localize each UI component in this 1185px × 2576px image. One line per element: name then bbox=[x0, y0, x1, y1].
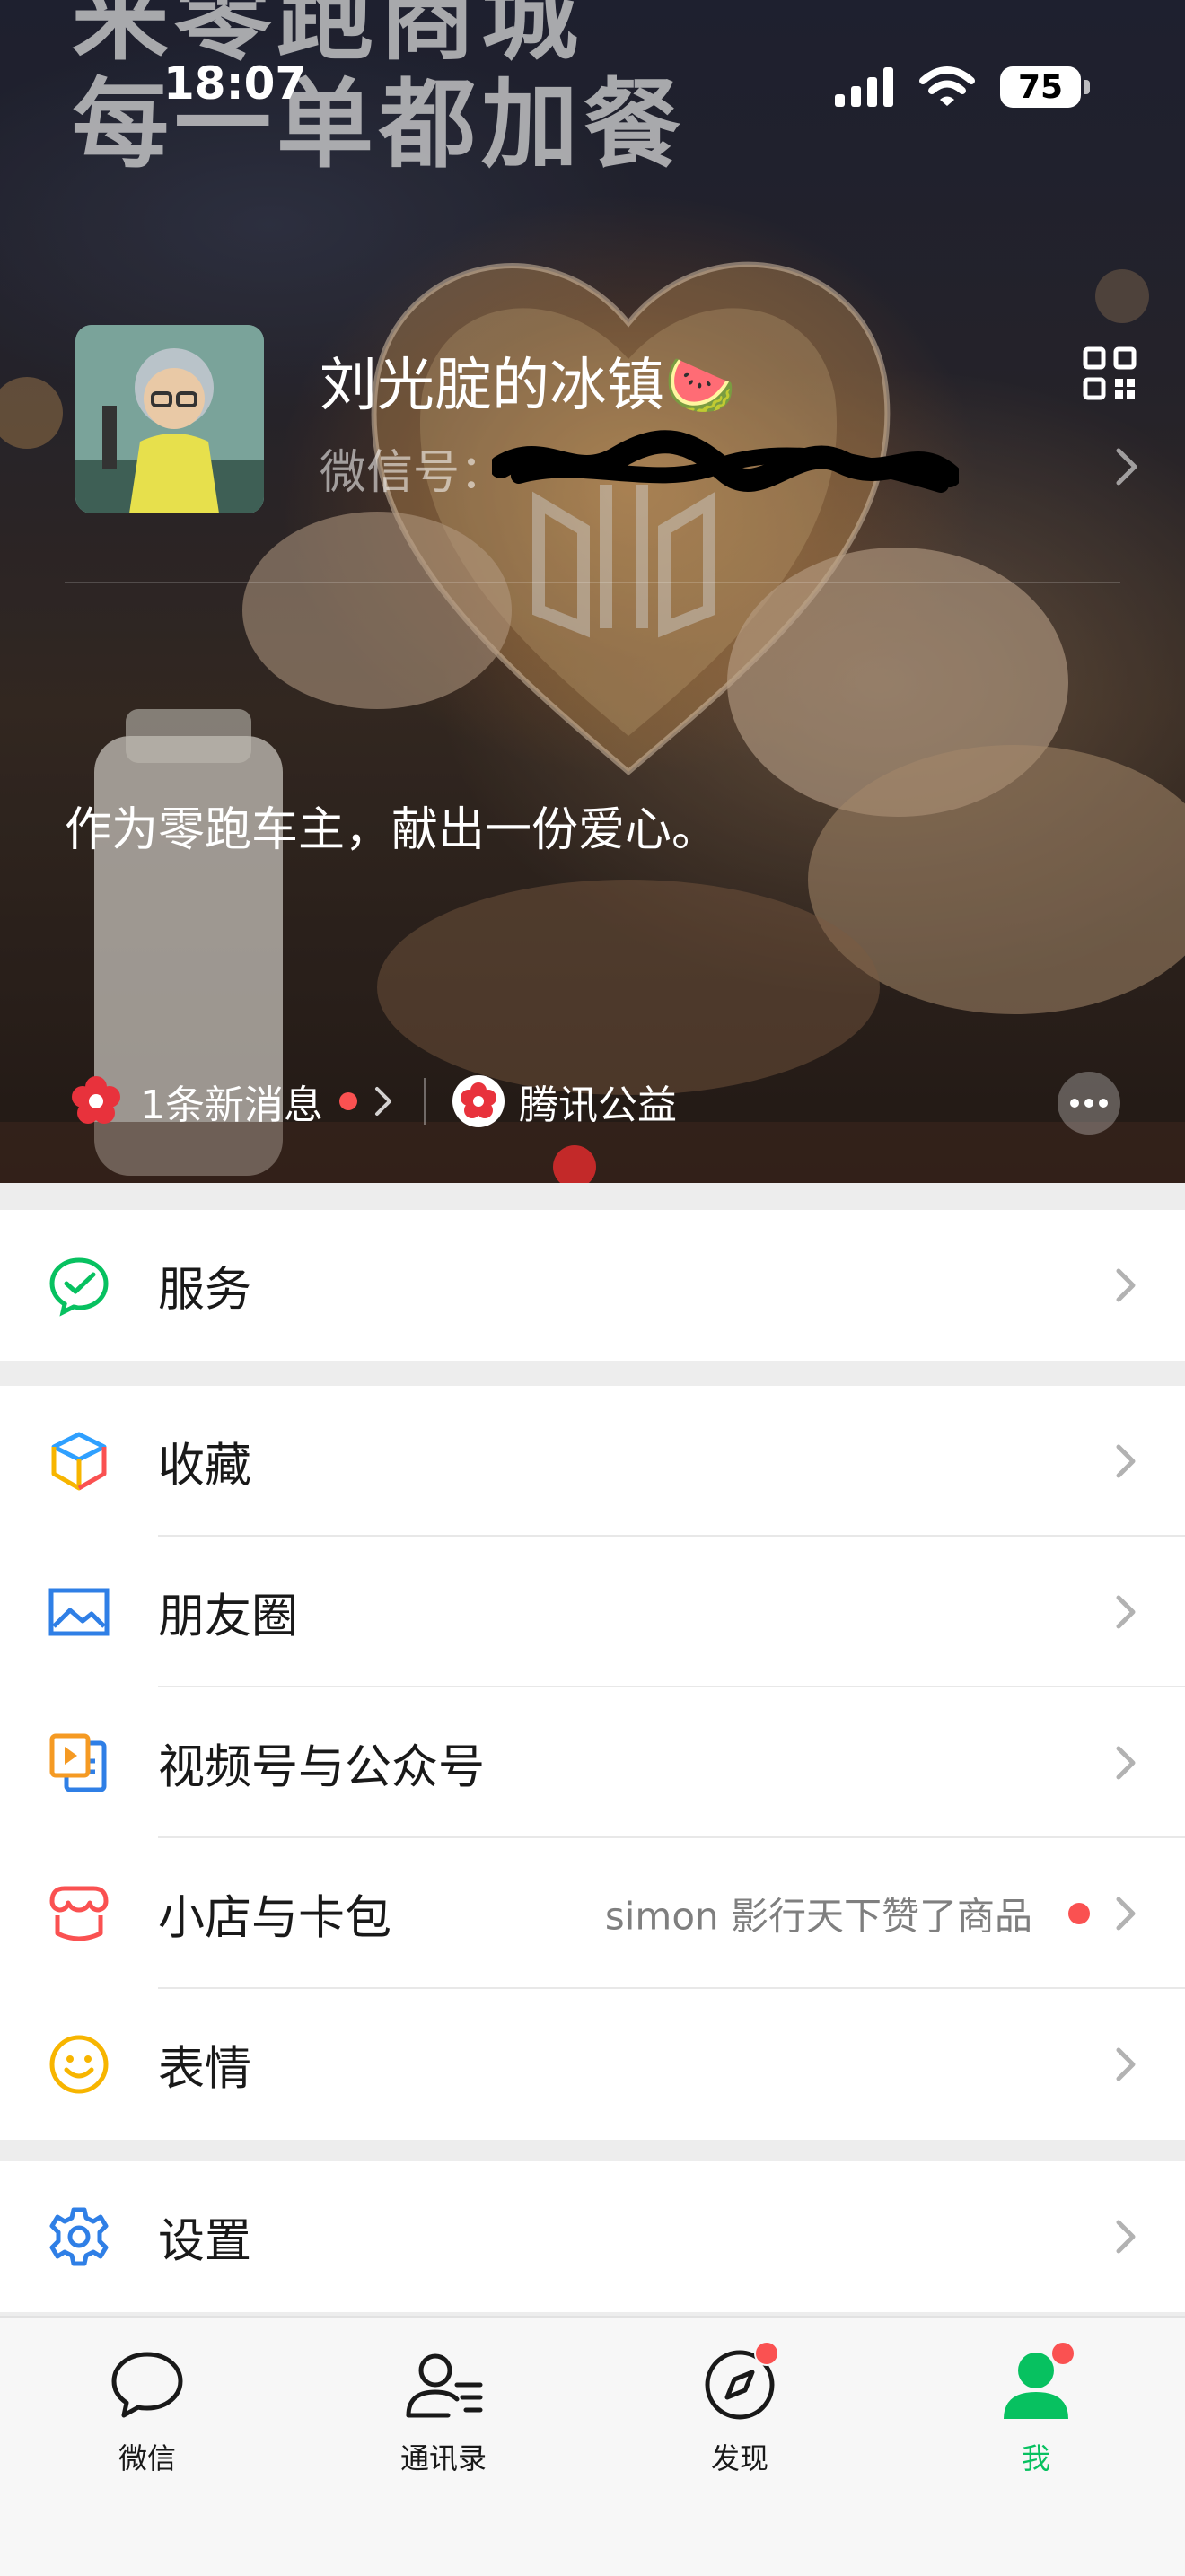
menu-item-settings[interactable]: 设置 bbox=[0, 2161, 1185, 2312]
cellular-signal-icon bbox=[835, 67, 893, 107]
tab-discover[interactable]: 发现 bbox=[632, 2341, 847, 2497]
chevron-right-icon bbox=[1116, 2220, 1136, 2254]
shop-icon bbox=[47, 1881, 111, 1946]
services-group: 服务 bbox=[0, 1210, 1185, 1361]
menu-item-stickers[interactable]: 表情 bbox=[0, 1989, 1185, 2140]
more-dot bbox=[1084, 1099, 1093, 1108]
hero-bottom-separator bbox=[424, 1078, 426, 1125]
hero-divider bbox=[65, 582, 1120, 583]
tab-chats-label: 微信 bbox=[118, 2441, 176, 2475]
menu-item-moments[interactable]: 朋友圈 bbox=[0, 1537, 1185, 1687]
channels-icon bbox=[47, 1730, 111, 1795]
favorites-label: 收藏 bbox=[158, 1439, 252, 1494]
services-icon bbox=[47, 1253, 111, 1318]
profile-header[interactable]: 来零跑商城 每一单都加餐 18:07 75 刘光腚的冰镇🍉 微信号： 作为零跑车… bbox=[0, 0, 1185, 1183]
channels-label: 视频号与公众号 bbox=[158, 1740, 486, 1795]
tab-contacts-label: 通讯录 bbox=[399, 2441, 487, 2475]
chevron-right-icon bbox=[1116, 1746, 1136, 1780]
new-messages-link[interactable]: 1条新消息 bbox=[140, 1073, 323, 1130]
settings-group: 设置 bbox=[0, 2161, 1185, 2312]
stickers-label: 表情 bbox=[158, 2042, 252, 2097]
redaction-scribble bbox=[492, 430, 959, 493]
discover-badge-dot bbox=[754, 2341, 779, 2366]
tab-me[interactable]: 我 bbox=[928, 2341, 1144, 2497]
tab-me-label: 我 bbox=[1021, 2441, 1050, 2475]
wechat-id-label: 微信号： bbox=[320, 446, 507, 500]
charity-link[interactable]: 腾讯公益 bbox=[519, 1073, 677, 1130]
contacts-icon bbox=[399, 2344, 488, 2425]
more-button[interactable] bbox=[1058, 1072, 1120, 1135]
more-dot bbox=[1099, 1099, 1108, 1108]
chevron-right-icon bbox=[1116, 1268, 1136, 1302]
messages-chevron-right-icon bbox=[375, 1087, 391, 1116]
menu-item-channels[interactable]: 视频号与公众号 bbox=[0, 1687, 1185, 1838]
gear-icon bbox=[47, 2204, 111, 2269]
more-dot bbox=[1070, 1099, 1079, 1108]
chevron-right-icon bbox=[1116, 2047, 1136, 2081]
tab-discover-label: 发现 bbox=[710, 2441, 768, 2475]
charity-flower-icon bbox=[452, 1075, 505, 1127]
menu-item-shop[interactable]: 小店与卡包 simon 影行天下赞了商品 bbox=[0, 1838, 1185, 1989]
hero-bottom-bar: 1条新消息 腾讯公益 bbox=[70, 1070, 677, 1133]
bottom-tab-bar: 微信 通讯录 发现 我 bbox=[0, 2316, 1185, 2576]
shop-notice-text: simon 影行天下赞了商品 bbox=[604, 1894, 1032, 1939]
chevron-right-icon bbox=[1116, 1444, 1136, 1478]
smiley-icon bbox=[47, 2032, 111, 2097]
settings-label: 设置 bbox=[158, 2214, 252, 2269]
avatar-image bbox=[75, 325, 264, 513]
favorites-cube-icon bbox=[47, 1429, 111, 1494]
chat-bubble-icon bbox=[102, 2344, 192, 2425]
red-flower-icon bbox=[70, 1075, 122, 1127]
shop-label: 小店与卡包 bbox=[158, 1891, 392, 1946]
status-icons: 75 bbox=[835, 59, 1090, 115]
qr-code-icon[interactable] bbox=[1083, 346, 1137, 400]
compass-icon bbox=[695, 2341, 785, 2425]
new-message-dot bbox=[339, 1092, 357, 1110]
me-badge-dot bbox=[1050, 2341, 1075, 2366]
chevron-right-icon bbox=[1116, 1897, 1136, 1931]
tab-chats[interactable]: 微信 bbox=[40, 2344, 255, 2497]
status-text[interactable]: 作为零跑车主，献出一份爱心。 bbox=[65, 792, 718, 859]
battery-indicator: 75 bbox=[1000, 66, 1090, 108]
menu-item-services[interactable]: 服务 bbox=[0, 1210, 1185, 1361]
main-menu-group: 收藏 朋友圈 视频号与公众号 小店与卡包 simon 影行天下赞了商品 表情 bbox=[0, 1386, 1185, 2140]
moments-label: 朋友圈 bbox=[158, 1590, 299, 1644]
tab-contacts[interactable]: 通讯录 bbox=[336, 2344, 551, 2497]
chevron-right-icon bbox=[1116, 1595, 1136, 1629]
status-time: 18:07 bbox=[163, 57, 307, 110]
profile-chevron-right-icon bbox=[1116, 448, 1137, 486]
avatar[interactable] bbox=[75, 325, 264, 513]
menu-item-favorites[interactable]: 收藏 bbox=[0, 1386, 1185, 1537]
services-label: 服务 bbox=[158, 1263, 252, 1318]
person-icon bbox=[991, 2341, 1081, 2425]
nickname: 刘光腚的冰镇🍉 bbox=[320, 353, 736, 419]
shop-notice-dot bbox=[1068, 1903, 1090, 1924]
moments-picture-icon bbox=[47, 1580, 111, 1644]
wifi-icon bbox=[919, 66, 975, 106]
